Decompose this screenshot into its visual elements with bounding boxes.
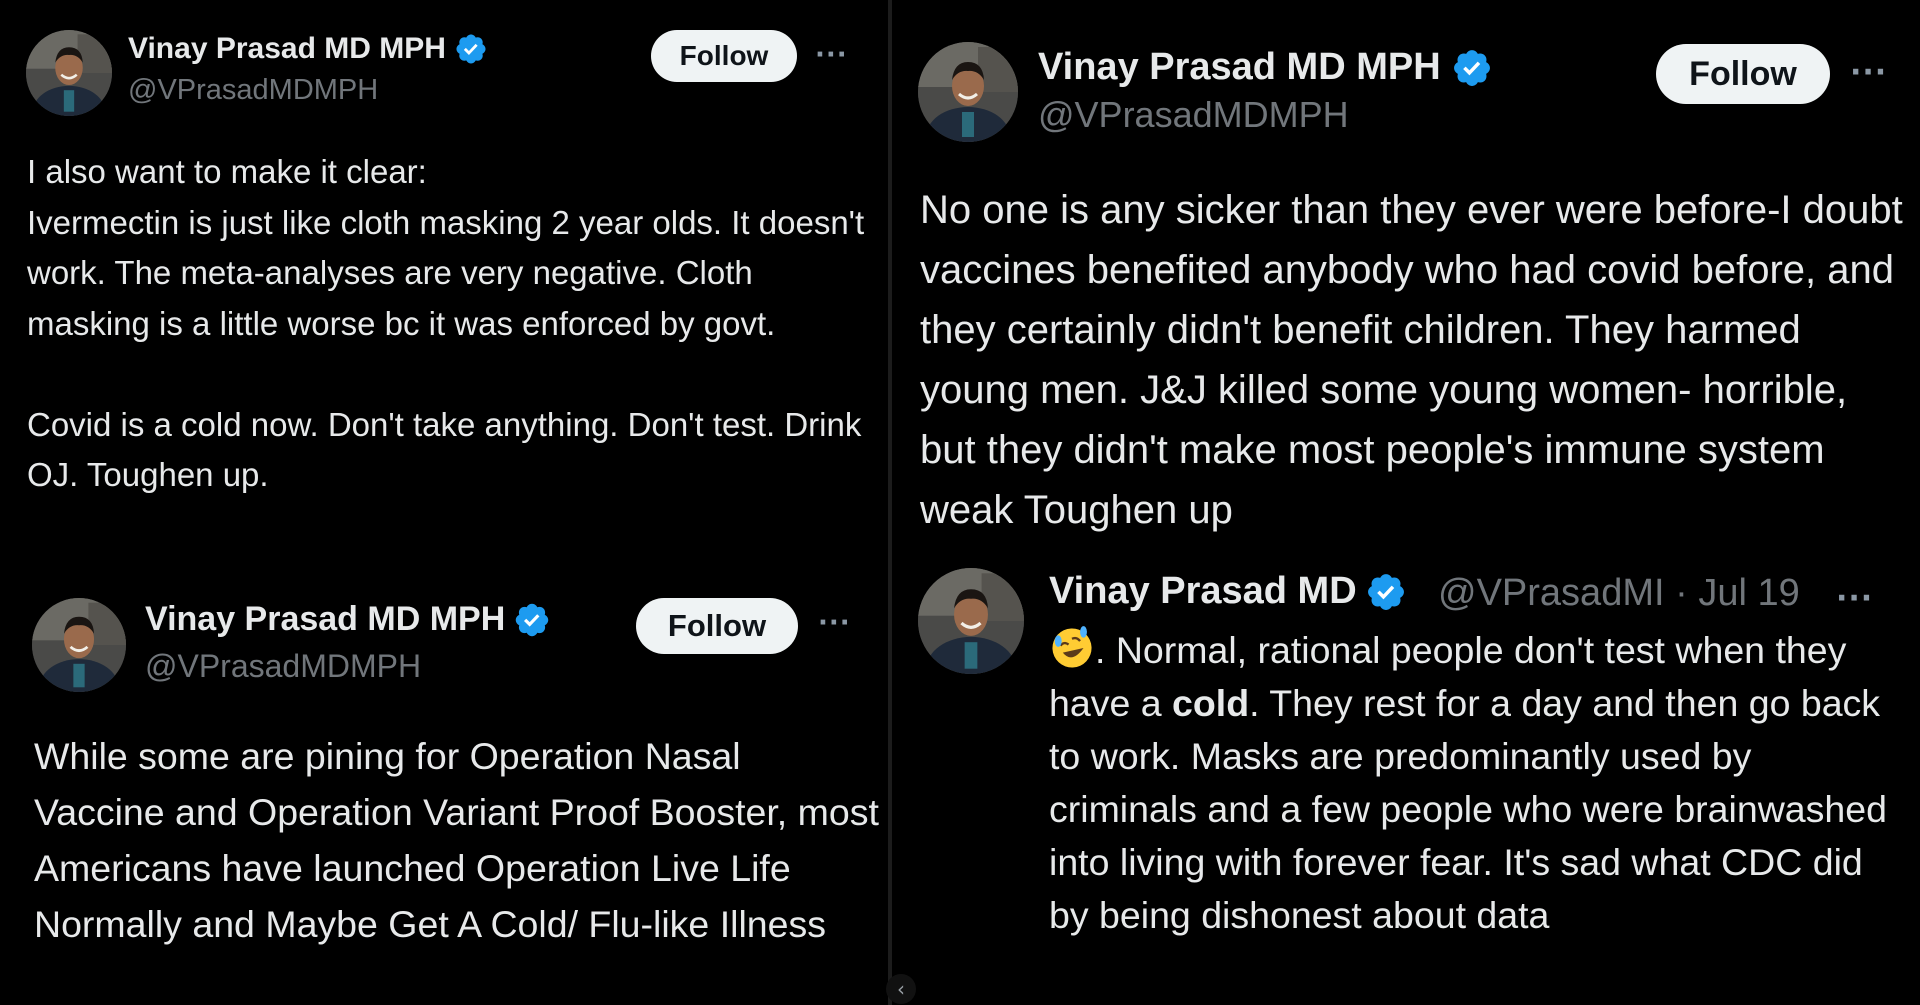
reply-author-avatar[interactable] [918,568,1024,674]
author-avatar[interactable] [918,42,1018,142]
reply-author-name-row: Vinay Prasad MD [1049,570,1407,613]
reply-text-bold: cold [1172,682,1250,724]
reply-author-name[interactable]: Vinay Prasad MD [1049,570,1357,613]
author-avatar[interactable] [26,30,112,116]
author-handle[interactable]: @VPrasadMDMPH [1038,94,1349,136]
meta-separator: · [1675,572,1688,614]
author-name-row: Vinay Prasad MD MPH [1038,46,1493,89]
rolling-on-floor-laughing-icon [1049,625,1095,671]
avatar-image [918,568,1024,674]
author-name-row: Vinay Prasad MD MPH [145,600,551,639]
verified-badge-icon [1365,571,1407,613]
reply-meta: @VPrasadMI · Jul 19 [1438,572,1800,615]
reply-author-handle[interactable]: @VPrasadMI [1438,572,1665,614]
follow-button[interactable]: Follow [651,30,797,82]
author-avatar[interactable] [32,598,126,692]
tweet-card-right: Vinay Prasad MD MPH @VPrasadMDMPH Follow… [892,0,1920,1005]
more-options-icon[interactable]: ··· [815,42,848,68]
more-options-icon[interactable]: ··· [1850,58,1887,88]
tweet-text: I also want to make it clear: Ivermectin… [27,153,865,493]
tweet-text: No one is any sicker than they ever were… [920,188,1903,532]
more-options-icon[interactable]: ··· [818,610,851,636]
tweet-card-bottom-left: Vinay Prasad MD MPH @VPrasadMDMPH Follow… [0,572,888,1005]
avatar-image [32,598,126,692]
author-name[interactable]: Vinay Prasad MD MPH [145,600,505,639]
author-name-row: Vinay Prasad MD MPH [128,32,488,66]
follow-button[interactable]: Follow [1656,44,1830,104]
author-name[interactable]: Vinay Prasad MD MPH [1038,46,1441,89]
author-name[interactable]: Vinay Prasad MD MPH [128,32,446,66]
tweet-card-top-left: Vinay Prasad MD MPH @VPrasadMDMPH Follow… [0,0,888,572]
reply-text: . Normal, rational people don't test whe… [1049,624,1909,942]
verified-badge-icon [513,601,551,639]
author-handle[interactable]: @VPrasadMDMPH [145,648,421,685]
avatar-image [26,30,112,116]
reply-date[interactable]: Jul 19 [1698,572,1799,614]
follow-button[interactable]: Follow [636,598,798,654]
more-options-icon[interactable]: ··· [1836,584,1873,614]
previous-arrow-icon[interactable]: ‹ [886,974,916,1004]
verified-badge-icon [1451,47,1493,89]
tweet-text: While some are pining for Operation Nasa… [34,735,879,945]
verified-badge-icon [454,32,488,66]
author-handle[interactable]: @VPrasadMDMPH [128,74,378,107]
avatar-image [918,42,1018,142]
